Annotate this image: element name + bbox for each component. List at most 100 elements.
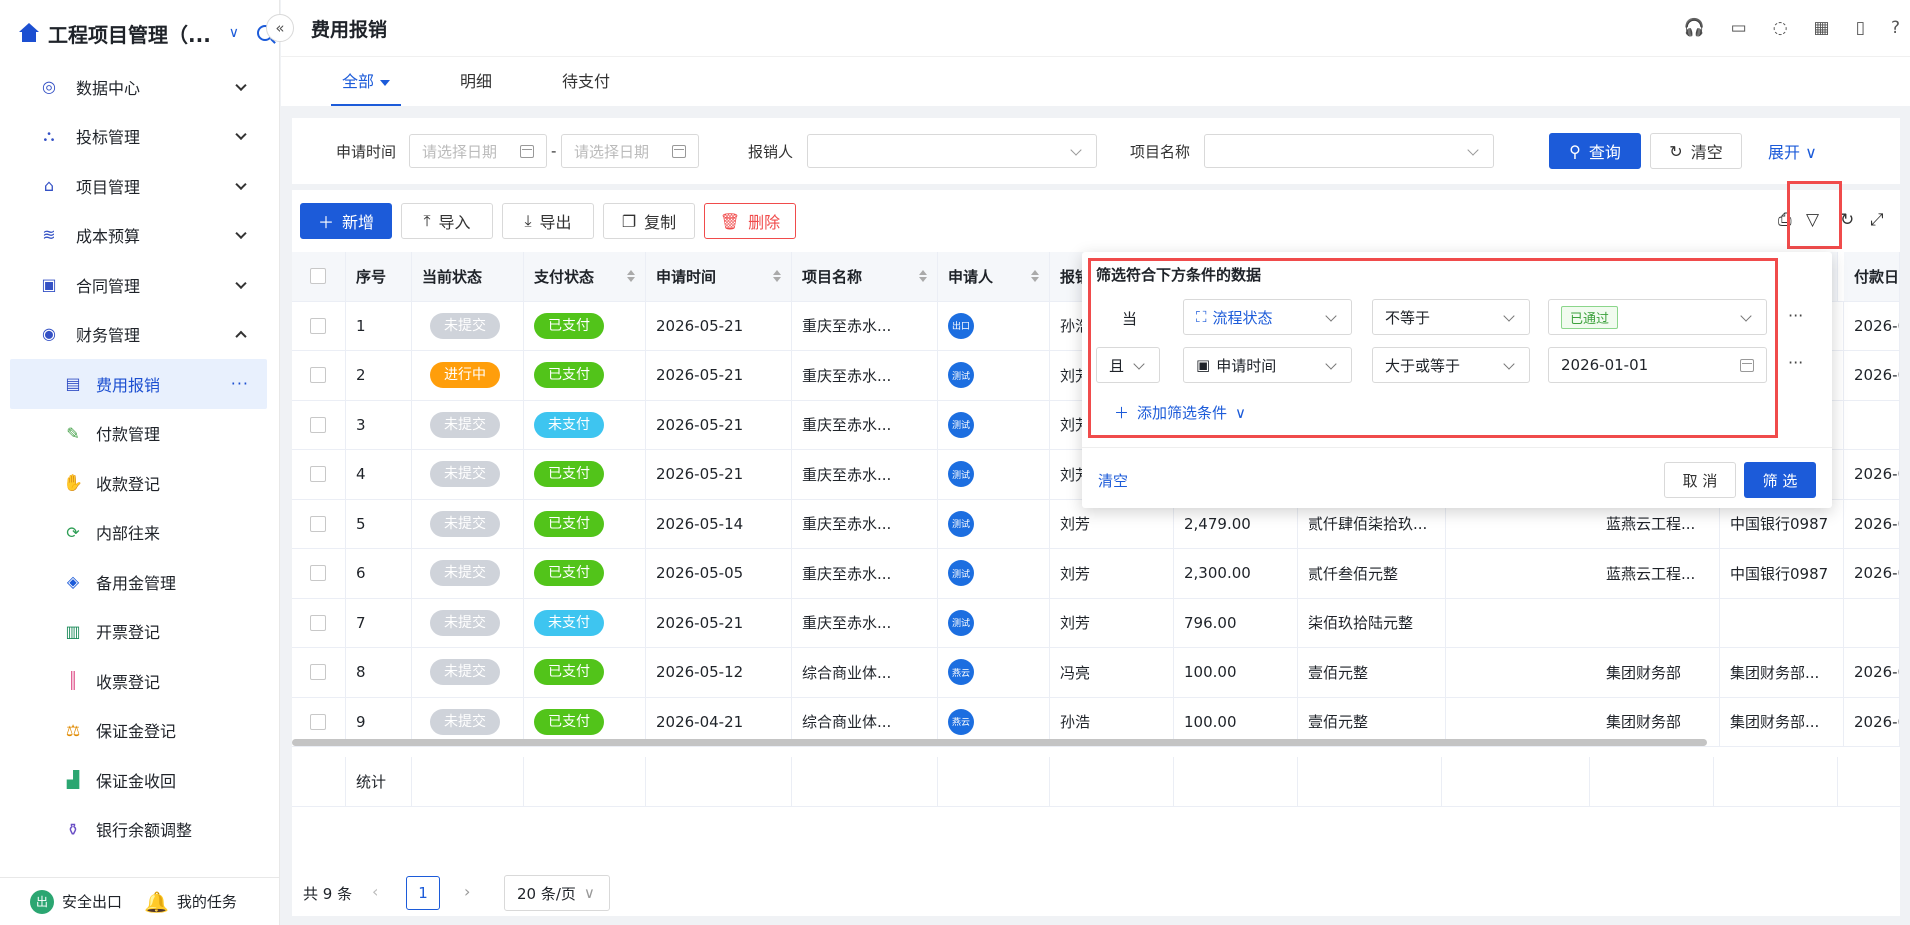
sidebar-item-5[interactable]: ◉ 财务管理 <box>0 310 279 360</box>
tab-all[interactable]: 全部 <box>311 57 421 106</box>
query-button[interactable]: ⚲ 查询 <box>1549 133 1641 169</box>
avatar: 测试 <box>948 510 974 537</box>
next-page-button[interactable]: › <box>464 882 470 901</box>
project-select[interactable] <box>1204 134 1494 168</box>
filter-clear-button[interactable]: 清空 <box>1098 470 1128 491</box>
chat-icon[interactable]: ◌ <box>1773 18 1788 38</box>
column-header[interactable]: 当前状态 <box>412 252 524 301</box>
sidebar-item-3[interactable]: ≋ 成本预算 <box>0 211 279 261</box>
submenu-item-2[interactable]: ✋ 收款登记 <box>0 458 279 508</box>
submenu-item-7[interactable]: ⚖ 保证金登记 <box>0 706 279 756</box>
column-header[interactable]: 申请人 <box>938 252 1050 301</box>
headset-icon[interactable]: 🎧 <box>1683 18 1704 38</box>
table-row[interactable]: 7 未提交 未支付 2026-05-21 重庆至赤水... 测试 刘芳 796.00 柒佰玖拾陆… <box>292 598 1900 648</box>
submenu-item-1[interactable]: ✎ 付款管理 <box>0 409 279 459</box>
my-tasks-button[interactable]: 🔔 我的任务 <box>144 890 237 914</box>
column-header[interactable]: 付款日期 <box>1844 252 1900 301</box>
horizontal-scrollbar[interactable] <box>292 739 1707 746</box>
sidebar-item-0[interactable]: ◎ 数据中心 <box>0 62 279 112</box>
apps-icon[interactable]: ▦ <box>1814 18 1830 38</box>
copy-button[interactable]: ❐ 复制 <box>603 203 695 239</box>
submenu-item-4[interactable]: ◈ 备用金管理 <box>0 557 279 607</box>
home-icon[interactable] <box>18 23 40 43</box>
exit-button[interactable]: 出 安全出口 <box>30 889 122 914</box>
more-icon[interactable]: ··· <box>231 374 249 393</box>
row-checkbox[interactable] <box>310 367 326 384</box>
sort-icon[interactable] <box>627 270 635 283</box>
sort-icon[interactable] <box>1031 270 1039 283</box>
checkbox-cell[interactable] <box>292 450 346 499</box>
cell-date: 2026-05-14 <box>646 499 792 548</box>
tab-detail[interactable]: 明细 <box>421 57 531 106</box>
checkbox-cell[interactable] <box>292 549 346 598</box>
row-checkbox[interactable] <box>310 664 326 681</box>
column-header[interactable]: 申请时间 <box>646 252 792 301</box>
chevron-up-icon <box>235 330 247 343</box>
condition1-more-button[interactable]: ··· <box>1788 306 1803 325</box>
checkbox-cell[interactable] <box>292 499 346 548</box>
row-checkbox[interactable] <box>310 515 326 532</box>
page-size-select[interactable]: 20 条/页 ∨ <box>504 875 610 911</box>
reload-icon[interactable]: ↻ <box>1840 210 1854 230</box>
import-button[interactable]: ⤒ 导入 <box>401 203 493 239</box>
row-number: 1 <box>356 316 366 335</box>
submenu-item-9[interactable]: ⚱ 银行余额调整 <box>0 805 279 855</box>
table-row[interactable]: 8 未提交 已支付 2026-05-12 综合商业体... 燕云 冯亮 100.00 壹佰元整 集… <box>292 648 1900 698</box>
submenu-item-0[interactable]: ▤ 费用报销 ··· <box>10 359 267 409</box>
import-label: 导入 <box>438 213 471 232</box>
fullscreen-icon[interactable]: ⤢ <box>1870 210 1884 230</box>
header-checkbox-cell[interactable] <box>292 252 346 301</box>
sort-icon[interactable] <box>919 270 927 283</box>
summary-blank <box>792 757 938 806</box>
sidebar-item-2[interactable]: ⌂ 项目管理 <box>0 161 279 211</box>
video-icon[interactable]: ▭ <box>1731 18 1747 38</box>
checkbox-cell[interactable] <box>292 400 346 449</box>
row-checkbox[interactable] <box>310 565 326 582</box>
export-button[interactable]: ⤓ 导出 <box>502 203 594 239</box>
pay-date: 2026-05- <box>1854 663 1899 682</box>
sidebar-item-4[interactable]: ▣ 合同管理 <box>0 260 279 310</box>
prev-page-button[interactable]: ‹ <box>372 882 378 901</box>
applicant-select[interactable] <box>807 134 1097 168</box>
column-header[interactable]: 支付状态 <box>524 252 646 301</box>
checkbox-cell[interactable] <box>292 598 346 647</box>
row-checkbox[interactable] <box>310 614 326 631</box>
help-icon[interactable]: ? <box>1891 18 1900 38</box>
chevron-down-icon[interactable]: ∨ <box>229 25 239 41</box>
row-checkbox[interactable] <box>310 317 326 334</box>
expand-link[interactable]: 展开 ∨ <box>1768 139 1817 163</box>
bell-icon: 🔔 <box>144 889 169 914</box>
submenu-item-8[interactable]: ▟ 保证金收回 <box>0 755 279 805</box>
row-checkbox[interactable] <box>310 466 326 483</box>
select-all-checkbox[interactable] <box>310 268 326 285</box>
filter-apply-button[interactable]: 筛 选 <box>1744 462 1816 498</box>
table-row[interactable]: 6 未提交 已支付 2026-05-05 重庆至赤水... 测试 刘芳 2,300.00 贰仟叁… <box>292 549 1900 599</box>
clear-search-button[interactable]: ↻ 清空 <box>1650 133 1742 169</box>
row-checkbox[interactable] <box>310 416 326 433</box>
page-number-1[interactable]: 1 <box>406 876 440 910</box>
avatar: 出口 <box>948 312 974 339</box>
filter-cancel-button[interactable]: 取 消 <box>1664 462 1736 498</box>
sort-icon[interactable] <box>773 270 781 283</box>
summary-row[interactable]: 统计 <box>292 757 1900 807</box>
delete-button[interactable]: 🗑 删除 <box>704 203 796 239</box>
add-button[interactable]: ＋ 新增 <box>300 203 392 239</box>
collapse-sidebar-button[interactable]: « <box>266 14 294 42</box>
tab-pending-payment[interactable]: 待支付 <box>531 57 641 106</box>
submenu-item-6[interactable]: ║ 收票登记 <box>0 656 279 706</box>
row-checkbox[interactable] <box>310 713 326 730</box>
column-header-label: 申请人 <box>948 267 994 286</box>
checkbox-cell[interactable] <box>292 648 346 697</box>
end-date-input[interactable]: 请选择日期 <box>561 134 699 168</box>
condition2-more-button[interactable]: ··· <box>1788 353 1803 372</box>
submenu-item-5[interactable]: ▥ 开票登记 <box>0 607 279 657</box>
checkbox-cell[interactable] <box>292 301 346 350</box>
app-title[interactable]: 工程项目管理（... <box>48 19 211 48</box>
sidebar-item-1[interactable]: ⛬ 投标管理 <box>0 112 279 162</box>
submenu-item-3[interactable]: ⟳ 内部往来 <box>0 508 279 558</box>
checkbox-cell[interactable] <box>292 351 346 400</box>
column-header[interactable]: 项目名称 <box>792 252 938 301</box>
column-header[interactable]: 序号 <box>346 252 412 301</box>
mobile-icon[interactable]: ▯ <box>1856 18 1865 38</box>
start-date-input[interactable]: 请选择日期 <box>409 134 547 168</box>
